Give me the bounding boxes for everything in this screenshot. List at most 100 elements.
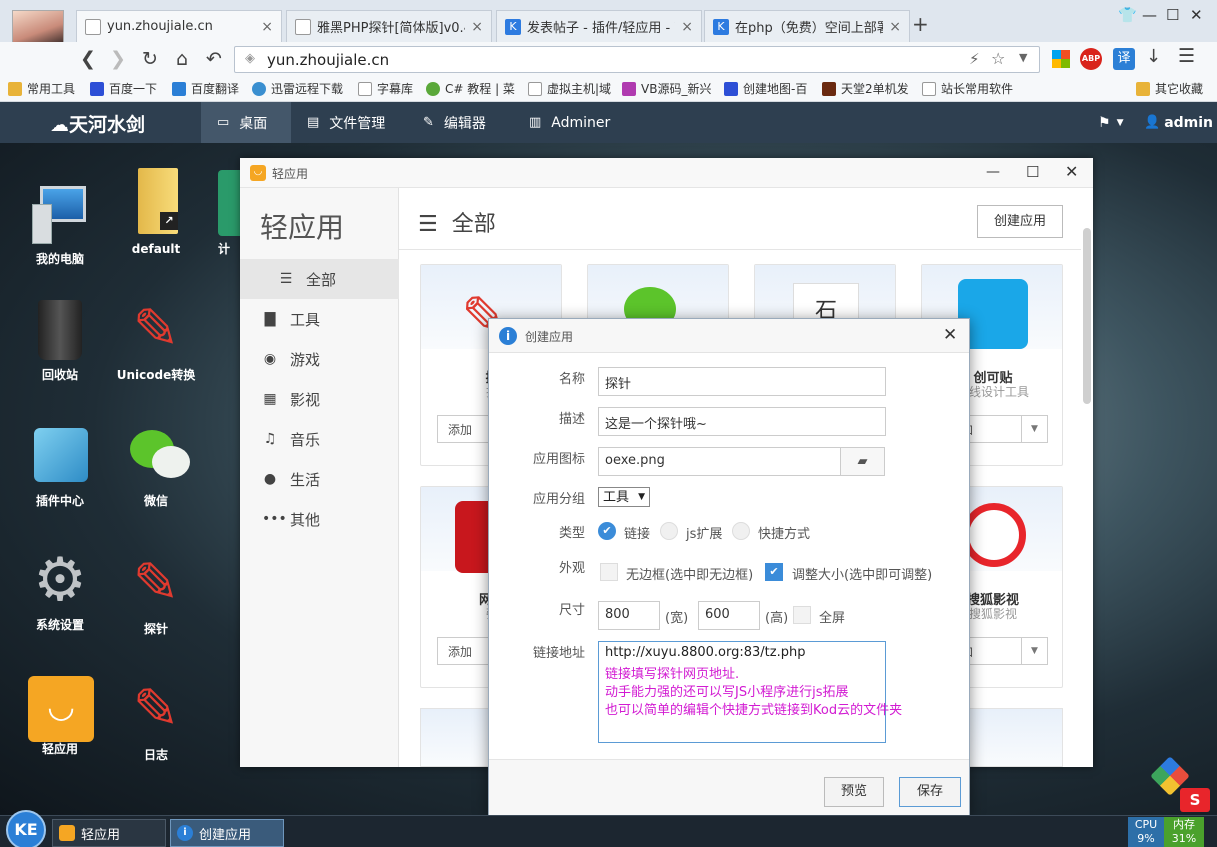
task-create-app[interactable]: i 创建应用 [170, 819, 284, 847]
bookmark-item[interactable]: 虚拟主机|域 [528, 80, 611, 97]
reload-icon[interactable]: ↻ [138, 47, 162, 71]
bookmark-item[interactable]: 字幕库 [358, 80, 413, 97]
desktop-icon-plugin-center[interactable]: 插件中心 [12, 424, 108, 509]
type-radio-js[interactable] [660, 522, 678, 540]
home-icon[interactable]: ⌂ [170, 47, 194, 71]
tab-post[interactable]: K 发表帖子 - 插件/轻应用 - 可 × [496, 10, 702, 42]
bookmark-item[interactable]: 迅雷远程下载 [252, 80, 343, 97]
category-video[interactable]: ▦ 影视 [240, 379, 399, 419]
name-input[interactable]: 探针 [598, 367, 886, 396]
desktop-icon-settings[interactable]: ⚙ 系统设置 [12, 548, 108, 633]
translate-icon[interactable]: 译 [1113, 48, 1135, 70]
desktop-icon-my-computer[interactable]: 我的电脑 [12, 182, 108, 267]
tab-yun[interactable]: yun.zhoujiale.cn × [76, 10, 282, 42]
preview-button[interactable]: 预览 [824, 777, 884, 807]
create-app-button[interactable]: 创建应用 [977, 205, 1063, 238]
chevron-down-icon[interactable]: ▼ [1019, 51, 1027, 64]
bookmark-item[interactable]: 百度翻译 [172, 80, 239, 97]
tab-probe[interactable]: 雅黑PHP探针[简体版]v0.4.7 × [286, 10, 492, 42]
flag-menu[interactable]: ⚑ ▼ [1088, 102, 1133, 143]
user-menu[interactable]: 👤admin▼ [1136, 102, 1217, 143]
desktop-icon-wechat[interactable]: 微信 [108, 424, 204, 509]
bookmark-item[interactable]: C# 教程 | 菜 [426, 80, 515, 97]
close-icon[interactable]: ✕ [943, 325, 957, 345]
bookmark-item[interactable]: 天堂2单机发 [822, 80, 909, 97]
bookmark-item[interactable]: VB源码_新兴 [622, 80, 711, 97]
close-icon[interactable]: × [889, 19, 901, 35]
close-icon[interactable]: × [261, 19, 273, 35]
category-tools[interactable]: ▇ 工具 [240, 299, 399, 339]
menu-adminer[interactable]: ▥ Adminer [513, 102, 626, 143]
close-icon[interactable]: ✕ [1065, 162, 1078, 181]
task-light-app[interactable]: 轻应用 [52, 819, 166, 847]
puzzle-icon [28, 424, 92, 488]
type-radio-shortcut[interactable] [732, 522, 750, 540]
minimize-icon[interactable]: — [1142, 6, 1157, 24]
chevron-down-icon[interactable]: ▼ [1021, 638, 1047, 664]
menu-editor[interactable]: ✎ 编辑器 [407, 102, 502, 143]
page-icon [295, 18, 311, 35]
link-textarea[interactable]: http://xuyu.8800.org:83/tz.php 链接填写探针网页地… [598, 641, 902, 743]
desc-input[interactable]: 这是一个探针哦~ [598, 407, 886, 436]
category-other[interactable]: ••• 其他 [240, 499, 399, 539]
height-input[interactable]: 600 [698, 601, 760, 630]
fullscreen-checkbox[interactable] [793, 606, 811, 624]
minimize-icon[interactable]: — [986, 164, 1000, 180]
brand-logo[interactable]: ☁天河水剑 [50, 110, 145, 137]
shirt-icon[interactable]: 👕 [1118, 6, 1137, 24]
k-logo-icon: K [505, 18, 521, 35]
category-all[interactable]: ☰ 全部 [240, 259, 399, 299]
address-bar[interactable]: ◈ yun.zhoujiale.cn ⚡ ☆ ▼ [234, 46, 1040, 73]
sogou-ime-icon[interactable]: S [1180, 788, 1210, 812]
category-music[interactable]: ♫ 音乐 [240, 419, 399, 459]
maximize-icon[interactable]: ☐ [1166, 6, 1179, 24]
folder-open-icon[interactable]: ▰ [840, 447, 885, 476]
start-button[interactable]: KE [6, 810, 46, 847]
resizable-checkbox[interactable]: ✔ [765, 563, 783, 581]
close-window-icon[interactable]: ✕ [1190, 6, 1203, 24]
desktop-icon-unicode[interactable]: ✎ Unicode转换 [108, 298, 204, 383]
new-tab-button[interactable]: + [912, 12, 929, 36]
group-select[interactable]: 工具 ▼ [598, 487, 650, 507]
star-icon[interactable]: ☆ [991, 49, 1005, 68]
bookmark-item[interactable]: 常用工具 [8, 80, 75, 97]
desktop-icon-default-folder[interactable]: ↗ default [108, 168, 204, 256]
browser-tab-bar: yun.zhoujiale.cn × 雅黑PHP探针[简体版]v0.4.7 × … [0, 0, 1217, 62]
bookmark-item[interactable]: 站长常用软件 [922, 80, 1013, 97]
tab-label: yun.zhoujiale.cn [107, 19, 213, 34]
menu-desktop[interactable]: ▭ 桌面 [201, 102, 291, 143]
dialog-titlebar[interactable]: i 创建应用 ✕ [489, 319, 969, 353]
window-titlebar[interactable]: ◡ 轻应用 — ☐ ✕ [240, 158, 1093, 188]
desktop-icon-partial[interactable]: 计 [218, 170, 242, 257]
download-icon[interactable]: ↓ [1146, 46, 1161, 67]
forward-icon[interactable]: ❯ [106, 47, 130, 71]
sohu-video-icon [962, 503, 1026, 567]
width-input[interactable]: 800 [598, 601, 660, 630]
desktop-icon-recycle-bin[interactable]: 回收站 [12, 298, 108, 383]
borderless-checkbox[interactable] [600, 563, 618, 581]
lightning-icon[interactable]: ⚡ [969, 50, 980, 68]
maximize-icon[interactable]: ☐ [1026, 163, 1039, 181]
tab-deploy[interactable]: K 在php（免费）空间上部署k × [704, 10, 910, 42]
category-life[interactable]: ● 生活 [240, 459, 399, 499]
desktop-icon-light-app[interactable]: ◡ 轻应用 [12, 672, 108, 757]
other-bookmarks[interactable]: 其它收藏 [1136, 80, 1203, 97]
desktop-icon-probe[interactable]: ✎ 探针 [108, 552, 204, 637]
apps-icon[interactable] [1052, 50, 1070, 68]
bookmark-item[interactable]: 百度一下 [90, 80, 157, 97]
desktop-icon-log[interactable]: ✎ 日志 [108, 678, 204, 763]
category-games[interactable]: ◉ 游戏 [240, 339, 399, 379]
close-icon[interactable]: × [471, 19, 483, 35]
save-button[interactable]: 保存 [899, 777, 961, 807]
chevron-down-icon[interactable]: ▼ [1021, 416, 1047, 442]
back-icon[interactable]: ❮ [76, 47, 100, 71]
menu-icon[interactable]: ☰ [1178, 45, 1195, 67]
undo-icon[interactable]: ↶ [202, 47, 226, 71]
close-icon[interactable]: × [681, 19, 693, 35]
adblock-icon[interactable]: ABP [1080, 48, 1102, 70]
icon-input[interactable]: oexe.png [598, 447, 841, 476]
menu-file-manager[interactable]: ▤ 文件管理 [291, 102, 401, 143]
scrollbar-thumb[interactable] [1083, 228, 1091, 404]
bookmark-item[interactable]: 创建地图-百 [724, 80, 807, 97]
type-radio-link[interactable]: ✔ [598, 522, 616, 540]
